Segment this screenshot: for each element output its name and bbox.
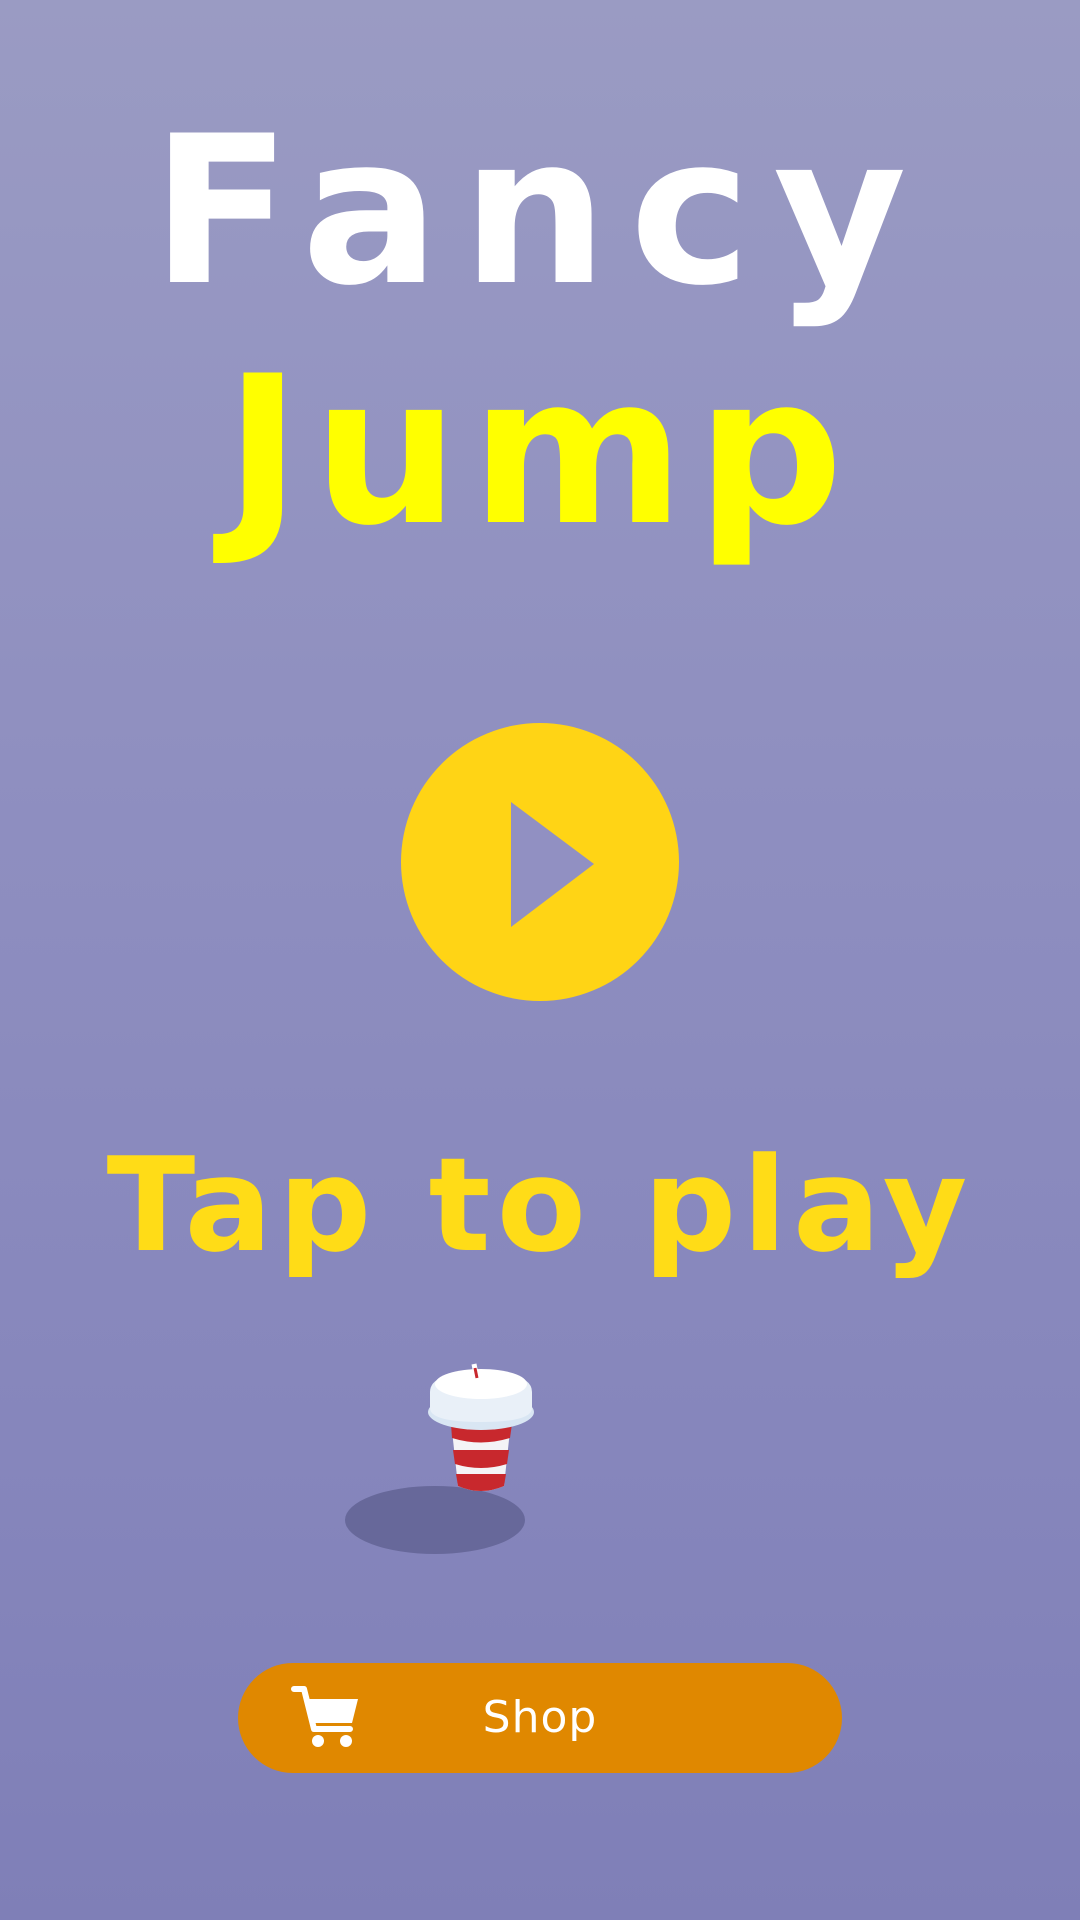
shop-button[interactable]: Shop [238, 1663, 842, 1773]
striped-cup-icon [345, 1363, 534, 1554]
play-button[interactable] [401, 723, 679, 1001]
play-icon [511, 802, 594, 927]
shop-button-label: Shop [482, 1692, 598, 1743]
game-title-line-2: Jump [224, 333, 856, 571]
tap-to-play-prompt: Tap to play [106, 1129, 974, 1281]
game-title-line-1: Fancy [151, 93, 929, 331]
